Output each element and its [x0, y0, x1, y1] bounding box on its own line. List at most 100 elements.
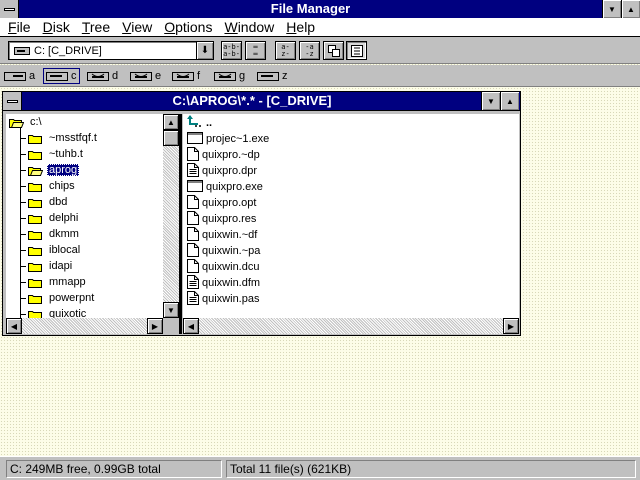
sort-by-type-button[interactable]: -a -z [299, 41, 320, 60]
tree-item[interactable]: quixotic [28, 306, 88, 318]
drive-bar: a cde f g z [0, 65, 640, 87]
menu-options[interactable]: Options [164, 19, 212, 35]
status-bar: C: 249MB free, 0.99GB total Total 11 fil… [0, 456, 640, 480]
drive-letter: a [29, 70, 36, 82]
scroll-down-button[interactable]: ▼ [163, 302, 179, 318]
folder-icon [28, 310, 42, 318]
menu-file[interactable]: File [8, 19, 31, 35]
menu-tree[interactable]: Tree [82, 19, 110, 35]
drive-select[interactable]: C: [C_DRIVE] ⬇ [8, 41, 214, 60]
directory-window-titlebar: C:\APROG\*.* - [C_DRIVE] ▼ ▲ [3, 92, 520, 111]
tree-connector [20, 298, 26, 299]
tree-item[interactable]: dkmm [28, 226, 81, 242]
tree-item[interactable]: iblocal [28, 242, 82, 258]
tree-item-label: ~tuhb.t [49, 148, 83, 160]
document-lines-icon [187, 274, 199, 292]
files-horizontal-scrollbar[interactable]: ◀ ▶ [183, 318, 519, 334]
drive-dropdown-button[interactable]: ⬇ [196, 42, 213, 59]
tree-item[interactable]: dbd [28, 194, 69, 210]
file-row[interactable]: quixwin.pas [187, 290, 259, 307]
drive-f[interactable]: f [172, 68, 200, 84]
arrow-left-icon: ◀ [187, 321, 195, 331]
tree-root-label: c:\ [30, 116, 42, 128]
file-count-status: Total 11 file(s) (621KB) [226, 460, 636, 478]
disconnect-drive-icon: ═ ═ [253, 42, 258, 58]
file-name: quixwin.dfm [202, 277, 261, 289]
file-list[interactable]: .. projec~1.exe quixpro.~dp quixpro.dpr quix… [183, 114, 519, 318]
tree-scroll-left-button[interactable]: ◀ [6, 318, 22, 334]
file-row[interactable]: quixpro.opt [187, 194, 256, 211]
menu-help[interactable]: Help [286, 19, 315, 35]
directory-tree[interactable]: c:\ ~msstfqf.t ~tuhb.t aprog chips dbd delphi d… [6, 114, 163, 318]
files-scroll-left-button[interactable]: ◀ [183, 318, 199, 334]
tree-item[interactable]: mmapp [28, 274, 88, 290]
split-bar[interactable] [179, 114, 182, 334]
disconnect-network-drive-button[interactable]: ═ ═ [245, 41, 266, 60]
drive-e[interactable]: e [130, 68, 161, 84]
tree-item-label: aprog [47, 164, 80, 176]
file-row[interactable]: .. [187, 115, 212, 131]
file-row[interactable]: quixpro.~dp [187, 146, 260, 164]
arrow-left-icon: ◀ [10, 321, 18, 331]
file-name: quixpro.~dp [202, 149, 260, 161]
exe-icon [187, 131, 203, 147]
folder-icon [28, 278, 42, 288]
child-maximize-button[interactable]: ▲ [500, 92, 519, 110]
file-row[interactable]: projec~1.exe [187, 131, 269, 147]
drive-letter: f [197, 70, 201, 82]
file-row[interactable]: quixpro.res [187, 210, 256, 228]
tree-scroll-right-button[interactable]: ▶ [147, 318, 163, 334]
document-icon [187, 210, 199, 228]
tree-item[interactable]: idapi [28, 258, 74, 274]
tree-item[interactable]: chips [28, 178, 77, 194]
tree-connector [20, 314, 26, 315]
minimize-button[interactable]: ▼ [602, 0, 621, 18]
tree-item-label: iblocal [49, 244, 81, 256]
exe-icon [187, 179, 203, 195]
tree-vertical-scrollbar[interactable]: ▲ ▼ [163, 114, 179, 318]
tree-connector [20, 170, 26, 171]
hard-drive-icon [14, 46, 30, 55]
scroll-thumb[interactable] [163, 130, 179, 146]
drive-letter: z [282, 70, 288, 82]
child-system-menu-button[interactable] [3, 92, 22, 110]
tree-horizontal-scrollbar[interactable]: ◀ ▶ [6, 318, 163, 334]
drive-letter: c [71, 70, 77, 82]
tree-item[interactable]: delphi [28, 210, 80, 226]
drive-z[interactable]: z [257, 68, 288, 84]
system-menu-button[interactable] [0, 0, 19, 18]
file-row[interactable]: quixpro.exe [187, 179, 263, 195]
document-icon [187, 146, 199, 164]
menu-view[interactable]: View [122, 19, 152, 35]
connect-network-drive-button[interactable]: a-b-a-b- [221, 41, 242, 60]
tree-item[interactable]: ~msstfqf.t [28, 130, 99, 146]
file-row[interactable]: quixwin.dcu [187, 258, 259, 275]
details-view-button[interactable] [346, 41, 367, 60]
tree-root[interactable]: c:\ [9, 114, 44, 130]
drive-c[interactable]: c [43, 68, 80, 84]
tree-connector [20, 266, 26, 267]
tree-item[interactable]: ~tuhb.t [28, 146, 85, 162]
file-row[interactable]: quixwin.~pa [187, 242, 260, 259]
menu-disk[interactable]: Disk [43, 19, 70, 35]
drive-a[interactable]: a [4, 68, 35, 84]
scroll-up-button[interactable]: ▲ [163, 114, 179, 130]
file-row[interactable]: quixwin.~df [187, 226, 257, 243]
drive-g[interactable]: g [214, 68, 245, 84]
tree-item-label: dkmm [49, 228, 79, 240]
tree-item[interactable]: powerpnt [28, 290, 96, 306]
tree-item-label: mmapp [49, 276, 86, 288]
folder-icon [28, 198, 42, 208]
maximize-button[interactable]: ▲ [621, 0, 640, 18]
tree-item[interactable]: aprog [28, 162, 80, 178]
new-window-button[interactable] [323, 41, 344, 60]
file-row[interactable]: quixwin.dfm [187, 274, 261, 292]
files-scroll-right-button[interactable]: ▶ [503, 318, 519, 334]
file-row[interactable]: quixpro.dpr [187, 162, 257, 179]
drive-d[interactable]: d [87, 68, 118, 84]
sort-by-name-button[interactable]: a-z- [275, 41, 296, 60]
menu-window[interactable]: Window [224, 19, 274, 35]
sort-icon: a-z- [281, 42, 290, 58]
folder-icon [28, 214, 42, 224]
child-minimize-button[interactable]: ▼ [481, 92, 500, 110]
